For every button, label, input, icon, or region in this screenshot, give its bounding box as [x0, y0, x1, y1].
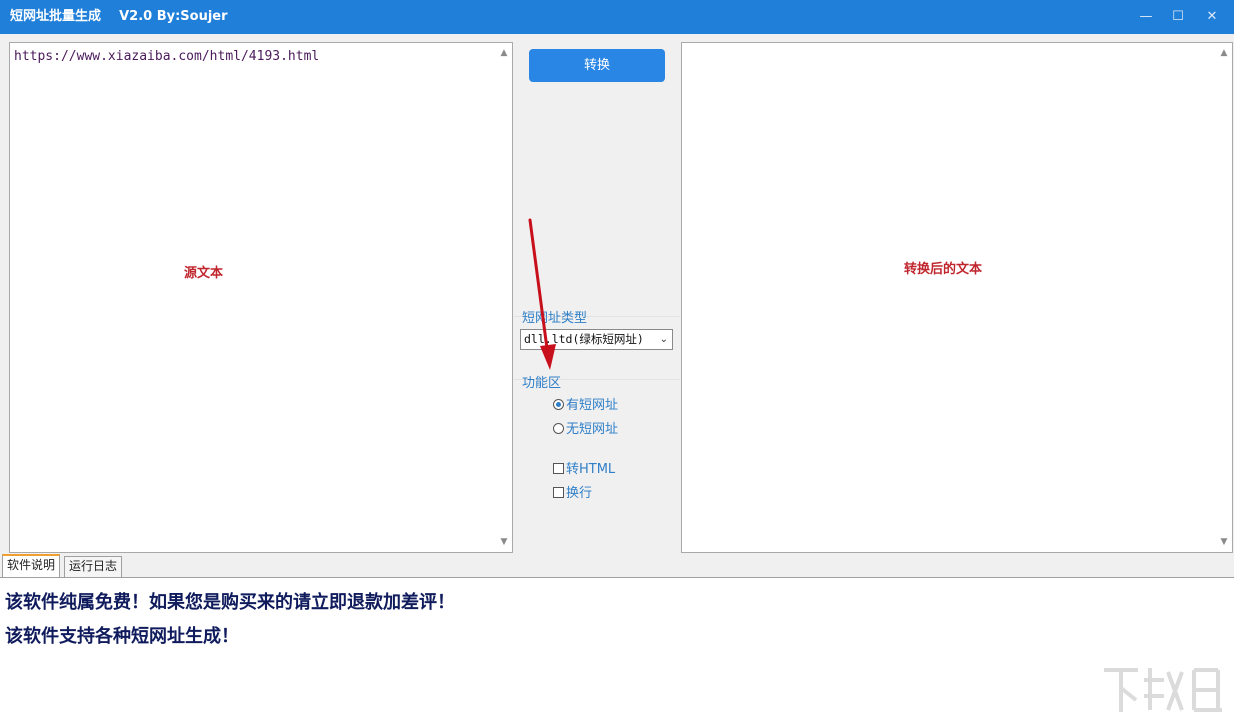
source-scrollbar[interactable]: ▲ ▼: [496, 43, 512, 552]
tab-software-info[interactable]: 软件说明: [2, 554, 61, 577]
radio-selected-icon[interactable]: [553, 399, 564, 410]
down-arrow-icon[interactable]: ▼: [1216, 534, 1232, 550]
tab-strip: 软件说明 运行日志: [0, 553, 1234, 577]
down-arrow-icon[interactable]: ▼: [496, 534, 512, 550]
checkbox-icon[interactable]: [553, 487, 564, 498]
result-text-label: 转换后的文本: [904, 262, 983, 277]
maximize-button[interactable]: ☐: [1166, 6, 1190, 28]
description-line-1: 该软件纯属免费！如果您是购买来的请立即退款加差评！: [5, 592, 455, 613]
source-text-content: https://www.xiazaiba.com/html/4193.html: [14, 49, 320, 64]
result-text-area[interactable]: ▲ ▼: [681, 42, 1233, 553]
radio-no-short-label: 无短网址: [566, 422, 619, 437]
source-text-label: 源文本: [184, 266, 224, 281]
description-panel: 该软件纯属免费！如果您是购买来的请立即退款加差评！ 该软件支持各种短网址生成！: [0, 577, 1234, 721]
checkbox-newline[interactable]: 换行: [553, 485, 592, 503]
checkbox-to-html[interactable]: 转HTML: [553, 461, 615, 479]
chevron-down-icon[interactable]: ⌄: [660, 330, 668, 349]
convert-button[interactable]: 转换: [529, 49, 665, 82]
window-title: 短网址批量生成 V2.0 By:Soujer: [10, 9, 228, 24]
radio-no-short-url[interactable]: 无短网址: [553, 421, 618, 439]
checkbox-newline-label: 换行: [566, 486, 593, 501]
watermark-logo-icon: [1104, 668, 1222, 712]
radio-has-short-url[interactable]: 有短网址: [553, 397, 618, 415]
tab-run-log[interactable]: 运行日志: [64, 556, 123, 577]
up-arrow-icon[interactable]: ▲: [496, 45, 512, 61]
source-text-area[interactable]: https://www.xiazaiba.com/html/4193.html …: [9, 42, 513, 553]
radio-has-short-label: 有短网址: [566, 398, 619, 413]
minimize-button[interactable]: —: [1134, 6, 1158, 28]
checkbox-icon[interactable]: [553, 463, 564, 474]
close-button[interactable]: ✕: [1200, 6, 1224, 28]
checkbox-to-html-label: 转HTML: [566, 462, 616, 477]
radio-icon[interactable]: [553, 423, 564, 434]
description-line-2: 该软件支持各种短网址生成！: [5, 626, 239, 647]
title-bar: 短网址批量生成 V2.0 By:Soujer — ☐ ✕: [0, 0, 1234, 34]
result-scrollbar[interactable]: ▲ ▼: [1216, 43, 1232, 552]
up-arrow-icon[interactable]: ▲: [1216, 45, 1232, 61]
red-arrow-annotation-icon: [528, 218, 556, 370]
